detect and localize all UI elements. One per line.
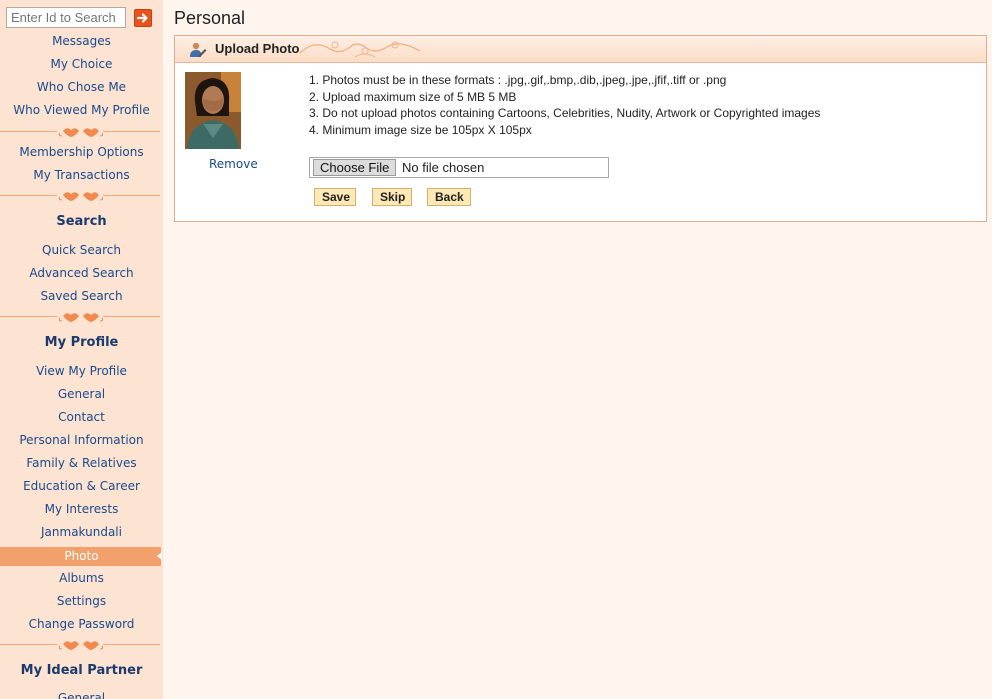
- skip-button[interactable]: Skip: [372, 188, 412, 206]
- sidebar-item-family-relatives[interactable]: Family & Relatives: [0, 455, 163, 471]
- hearts-divider: [0, 124, 163, 138]
- hearts-icon: [58, 128, 104, 137]
- sidebar-item-my-interests[interactable]: My Interests: [0, 501, 163, 517]
- decorative-swirl-icon: [299, 41, 421, 58]
- sidebar-item-advanced-search[interactable]: Advanced Search: [0, 265, 163, 281]
- sidebar-item-education-career[interactable]: Education & Career: [0, 478, 163, 494]
- profile-photo: [185, 72, 241, 149]
- sidebar-item-quick-search[interactable]: Quick Search: [0, 242, 163, 258]
- file-status-text: No file chosen: [402, 160, 485, 175]
- hearts-icon: [58, 641, 104, 650]
- sidebar-item-photo[interactable]: Photo: [0, 548, 163, 564]
- page-title: Personal: [174, 8, 246, 28]
- search-input[interactable]: [6, 7, 126, 28]
- panel-header: Upload Photo: [175, 36, 986, 63]
- file-upload-input[interactable]: Choose File No file chosen: [309, 157, 609, 178]
- sidebar-item-membership-options[interactable]: Membership Options: [0, 144, 163, 160]
- sidebar-item-messages[interactable]: Messages: [0, 33, 163, 49]
- sidebar-item-janmakundali[interactable]: Janmakundali: [0, 524, 163, 540]
- arrow-right-icon: [136, 13, 148, 23]
- sidebar-item-general[interactable]: General: [0, 386, 163, 402]
- rule-item: 3. Do not upload photos containing Carto…: [309, 106, 821, 120]
- hearts-icon: [58, 313, 104, 322]
- panel-title: Upload Photo: [215, 41, 300, 56]
- sidebar-item-saved-search[interactable]: Saved Search: [0, 288, 163, 304]
- sidebar-item-who-chose-me[interactable]: Who Chose Me: [0, 79, 163, 95]
- user-edit-icon: [190, 42, 207, 57]
- my-profile-heading: My Profile: [44, 335, 119, 350]
- sidebar-item-settings[interactable]: Settings: [0, 593, 163, 609]
- search-go-button[interactable]: [134, 9, 152, 27]
- sidebar-item-personal-information[interactable]: Personal Information: [0, 432, 163, 448]
- sidebar: Messages My Choice Who Chose Me Who View…: [0, 0, 163, 699]
- upload-rules: 1. Photos must be in these formats : .jp…: [309, 72, 820, 138]
- rule-item: 1. Photos must be in these formats : .jp…: [309, 73, 727, 87]
- sidebar-item-my-transactions[interactable]: My Transactions: [0, 167, 163, 183]
- hearts-icon: [58, 192, 104, 201]
- sidebar-item-albums[interactable]: Albums: [0, 570, 163, 586]
- search-heading: Search: [56, 214, 107, 229]
- hearts-divider: [0, 188, 163, 202]
- back-button[interactable]: Back: [427, 188, 471, 206]
- sidebar-item-who-viewed-profile[interactable]: Who Viewed My Profile: [0, 102, 163, 118]
- rule-item: 2. Upload maximum size of 5 MB 5 MB: [309, 89, 517, 104]
- choose-file-button[interactable]: Choose File: [313, 159, 397, 176]
- hearts-divider: [0, 637, 163, 651]
- sidebar-item-contact[interactable]: Contact: [0, 409, 163, 425]
- save-button[interactable]: Save: [314, 188, 356, 206]
- sidebar-item-my-choice[interactable]: My Choice: [0, 56, 163, 72]
- my-ideal-partner-heading: My Ideal Partner: [20, 663, 143, 678]
- sidebar-item-view-my-profile[interactable]: View My Profile: [0, 363, 163, 379]
- sidebar-item-change-password[interactable]: Change Password: [0, 616, 163, 632]
- sidebar-item-partner-general[interactable]: General: [0, 690, 163, 699]
- remove-photo-link[interactable]: Remove: [209, 157, 258, 171]
- upload-photo-panel: Upload Photo Remove 1. Photos must be in…: [174, 35, 987, 222]
- hearts-divider: [0, 309, 163, 323]
- rule-item: 4. Minimum image size be 105px X 105px: [309, 122, 532, 137]
